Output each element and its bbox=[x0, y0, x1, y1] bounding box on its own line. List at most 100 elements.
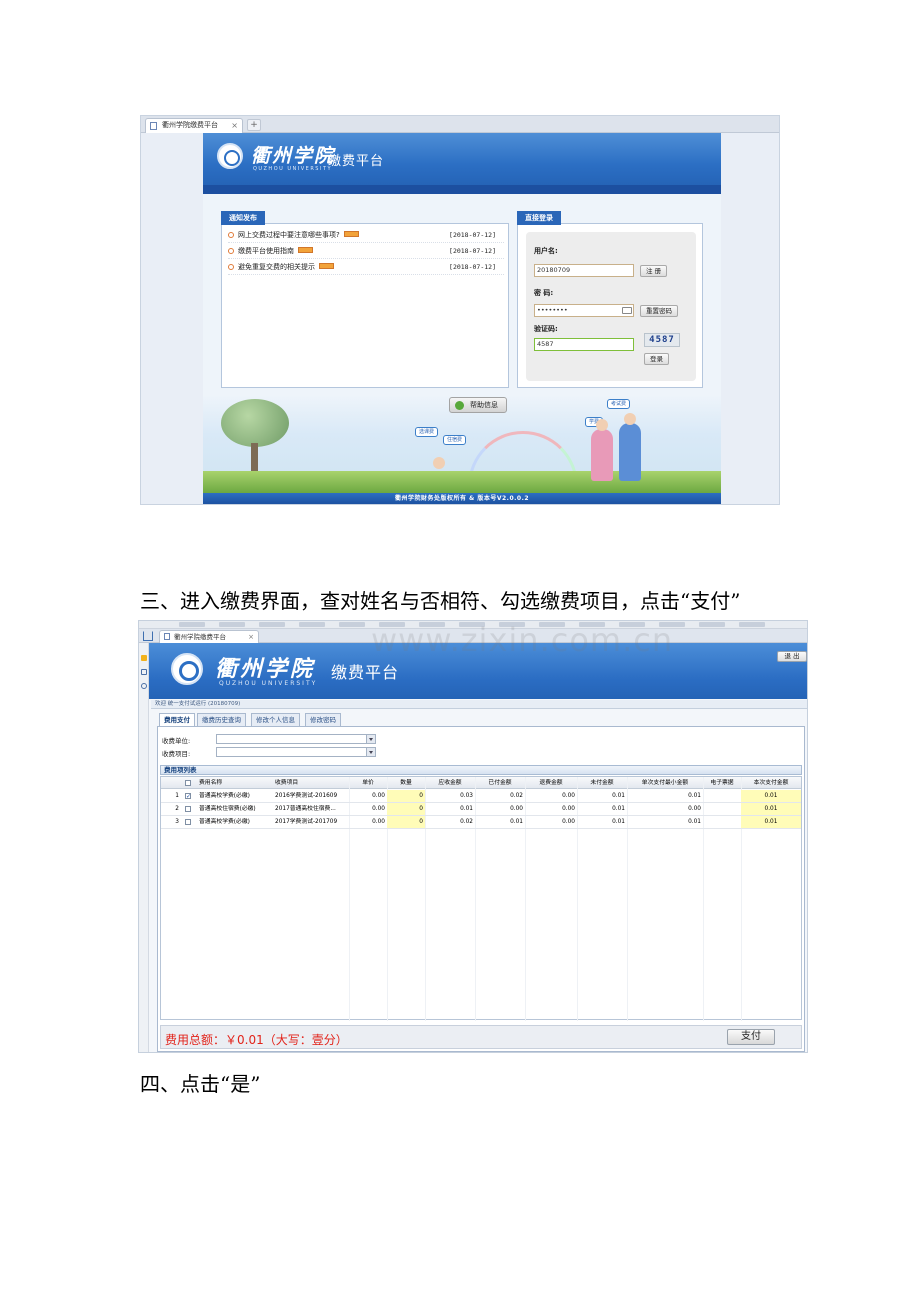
close-icon[interactable]: × bbox=[231, 119, 238, 132]
quantity[interactable]: 0 bbox=[387, 816, 425, 828]
login-screenshot: 衢州学院缴费平台 × + 衢州学院 QUZHOU UNIVERSITY 缴费平台… bbox=[140, 115, 780, 505]
column-header[interactable]: 单次支付最小金额 bbox=[627, 777, 703, 788]
tab-payment-history[interactable]: 缴费历史查询 bbox=[197, 713, 246, 726]
reset-password-button[interactable]: 重置密码 bbox=[640, 305, 678, 317]
table-row[interactable]: 2 普通高校住宿费(必缴) 2017普通高校住宿费... 0.00 0 0.01… bbox=[161, 803, 801, 816]
captcha-image[interactable]: 4587 bbox=[644, 333, 680, 347]
column-header[interactable]: 费用名称 bbox=[197, 777, 271, 788]
bookmark-item[interactable] bbox=[299, 622, 325, 627]
quantity[interactable]: 0 bbox=[387, 790, 425, 802]
username-input[interactable]: 20180709 bbox=[534, 264, 634, 277]
min-payment: 0.01 bbox=[688, 819, 701, 825]
password-input[interactable]: •••••••• bbox=[534, 304, 634, 317]
bookmark-item[interactable] bbox=[259, 622, 285, 627]
help-button[interactable]: 帮助信息 bbox=[449, 397, 507, 413]
bookmark-item[interactable] bbox=[339, 622, 365, 627]
new-tab-button[interactable]: + bbox=[247, 119, 261, 131]
bullet-icon bbox=[228, 264, 234, 270]
bubble-label: 住宿费 bbox=[443, 435, 467, 445]
bookmark-item[interactable] bbox=[739, 622, 765, 627]
select-all-checkbox[interactable] bbox=[185, 780, 191, 786]
captcha-input[interactable]: 4587 bbox=[534, 338, 634, 351]
fee-item: 2016学费测试-201609 bbox=[275, 793, 338, 799]
notice-link[interactable]: 网上交费过程中要注意哪些事项? bbox=[238, 231, 340, 239]
fee-name: 普通高校住宿费(必缴) bbox=[199, 806, 256, 812]
total-bar: 费用总额：￥0.01（大写：壹分） 支付 bbox=[160, 1025, 802, 1049]
column-header[interactable]: 退费金额 bbox=[525, 777, 577, 788]
bookmark-item[interactable] bbox=[179, 622, 205, 627]
university-logo bbox=[171, 653, 203, 685]
quantity[interactable]: 0 bbox=[387, 803, 425, 815]
grid-title: 费用项列表 bbox=[160, 765, 802, 775]
list-icon[interactable] bbox=[141, 669, 147, 675]
unit-select[interactable] bbox=[216, 734, 376, 744]
grid-header-row: 费用名称 收费项目 单价 数量 应收金额 已付金额 退费金额 未付金额 单次支付… bbox=[161, 777, 801, 789]
column-header[interactable]: 数量 bbox=[387, 777, 425, 788]
close-icon[interactable]: × bbox=[248, 631, 254, 643]
pay-amount[interactable]: 0.01 bbox=[741, 803, 801, 815]
notice-item[interactable]: 避免重复交费的相关提示 [2018-07-12] bbox=[228, 260, 504, 275]
payment-screenshot: 衢州学院缴费平台 × 衢州学院 QUZHOU UNIVERSITY 缴费平台 退… bbox=[138, 620, 808, 1053]
tab-fee-payment[interactable]: 费用支付 bbox=[159, 713, 195, 726]
amount-refund: 0.00 bbox=[562, 806, 575, 812]
column-header[interactable]: 未付金额 bbox=[577, 777, 627, 788]
notice-date: [2018-07-12] bbox=[449, 247, 496, 255]
new-badge-icon bbox=[319, 263, 334, 269]
browser-tab[interactable]: 衢州学院缴费平台 × bbox=[159, 630, 259, 643]
item-label: 收费项目: bbox=[162, 750, 191, 758]
amount-refund: 0.00 bbox=[562, 819, 575, 825]
row-number: 2 bbox=[175, 806, 179, 812]
notice-item[interactable]: 缴费平台使用指南 [2018-07-12] bbox=[228, 244, 504, 259]
pay-amount[interactable]: 0.01 bbox=[741, 816, 801, 828]
home-icon[interactable] bbox=[143, 631, 153, 641]
column-header[interactable]: 已付金额 bbox=[475, 777, 525, 788]
column-header[interactable]: 本次支付金额 bbox=[741, 777, 801, 788]
scenery-illustration: 帮助信息 考试费 学费 住宿费 选课费 bbox=[203, 395, 721, 493]
tab-edit-profile[interactable]: 修改个人信息 bbox=[251, 713, 300, 726]
student-icon bbox=[619, 423, 641, 481]
row-checkbox[interactable]: ✓ bbox=[185, 793, 191, 800]
notice-item[interactable]: 网上交费过程中要注意哪些事项? [2018-07-12] bbox=[228, 228, 504, 243]
notice-title: 通知发布 bbox=[221, 211, 265, 225]
row-checkbox[interactable] bbox=[185, 806, 191, 812]
logout-button[interactable]: 退 出 bbox=[777, 651, 807, 662]
platform-title: 缴费平台 bbox=[328, 154, 385, 169]
bookmark-item[interactable] bbox=[699, 622, 725, 627]
bookmark-item[interactable] bbox=[219, 622, 245, 627]
table-row[interactable]: 3 普通高校学费(必缴) 2017学费测试-201709 0.00 0 0.02… bbox=[161, 816, 801, 829]
table-row[interactable]: 1 ✓ 普通高校学费(必缴) 2016学费测试-201609 0.00 0 0.… bbox=[161, 790, 801, 803]
star-icon[interactable] bbox=[141, 655, 147, 661]
column-header[interactable]: 收费项目 bbox=[273, 777, 347, 788]
min-payment: 0.00 bbox=[688, 806, 701, 812]
column-header[interactable]: 电子票据 bbox=[703, 777, 741, 788]
register-button[interactable]: 注 册 bbox=[640, 265, 668, 277]
fee-name: 普通高校学费(必缴) bbox=[199, 793, 250, 799]
amount-paid: 0.01 bbox=[510, 819, 523, 825]
keyboard-icon[interactable] bbox=[622, 307, 632, 314]
login-button[interactable]: 登录 bbox=[644, 353, 669, 365]
step-three-caption: 三、进入缴费界面，查对姓名与否相符、勾选缴费项目，点击“支付” bbox=[140, 589, 741, 613]
column-header[interactable]: 单价 bbox=[349, 777, 387, 788]
bullet-icon bbox=[228, 232, 234, 238]
chevron-down-icon bbox=[369, 738, 373, 741]
pay-amount[interactable]: 0.01 bbox=[741, 790, 801, 802]
browser-tabbar: 衢州学院缴费平台 × + bbox=[141, 116, 779, 133]
amount-paid: 0.00 bbox=[510, 806, 523, 812]
students-illustration bbox=[583, 413, 653, 481]
pay-button[interactable]: 支付 bbox=[727, 1029, 775, 1045]
chevron-down-icon bbox=[369, 751, 373, 754]
university-logo bbox=[217, 143, 243, 169]
notice-link[interactable]: 缴费平台使用指南 bbox=[238, 247, 294, 255]
header-band bbox=[203, 185, 721, 194]
amount-paid: 0.02 bbox=[510, 793, 523, 799]
history-icon[interactable] bbox=[141, 683, 147, 689]
captcha-label: 验证码: bbox=[534, 325, 558, 333]
column-header[interactable]: 应收金额 bbox=[425, 777, 475, 788]
browser-tab[interactable]: 衢州学院缴费平台 × bbox=[145, 118, 243, 133]
notice-link[interactable]: 避免重复交费的相关提示 bbox=[238, 263, 315, 271]
item-select[interactable] bbox=[216, 747, 376, 757]
tab-change-password[interactable]: 修改密码 bbox=[305, 713, 341, 726]
e-receipt bbox=[703, 816, 741, 828]
row-checkbox[interactable] bbox=[185, 819, 191, 825]
school-name: 衢州学院 bbox=[251, 145, 336, 167]
